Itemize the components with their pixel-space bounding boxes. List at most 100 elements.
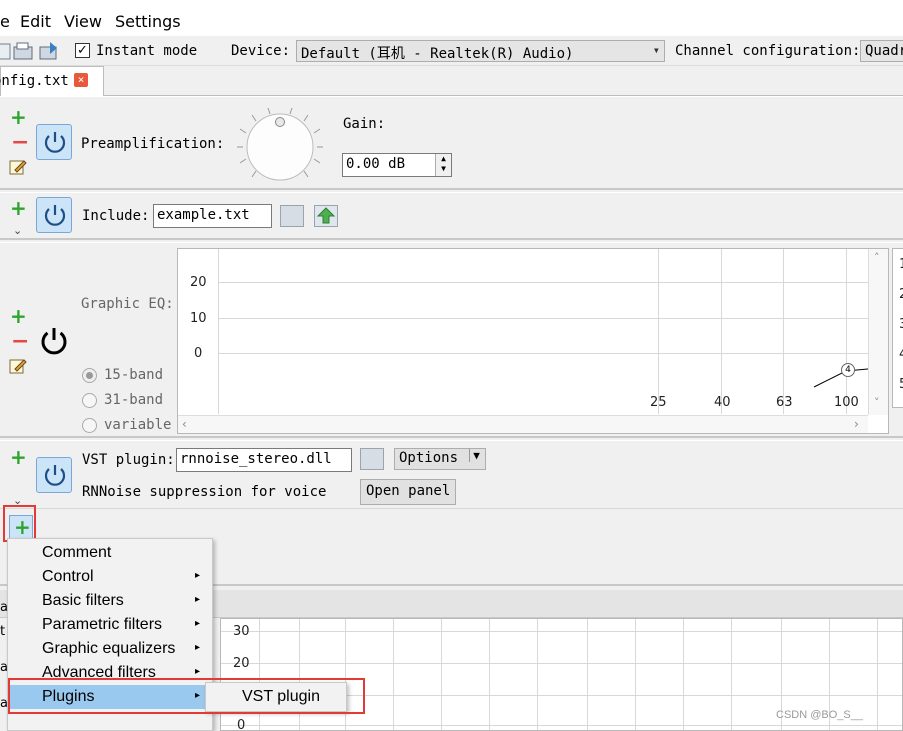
scroll-up-icon[interactable]: ˄ (874, 251, 880, 264)
grid-line (846, 249, 847, 414)
grid-line (783, 249, 784, 414)
menu-item-control[interactable]: Control ▸ (8, 565, 212, 589)
menu-item-graphic-equalizers[interactable]: Graphic equalizers ▸ (8, 637, 212, 661)
menu-item-parametric-filters[interactable]: Parametric filters ▸ (8, 613, 212, 637)
grid-line (731, 619, 732, 730)
options-dropdown-button[interactable]: Options ▼ (394, 448, 486, 470)
menu-edit[interactable]: Edit (20, 12, 51, 31)
radio-selected-icon (82, 368, 97, 383)
grid-line (221, 631, 902, 632)
remove-filter-minus-icon[interactable]: − (11, 132, 29, 154)
open-file-up-icon[interactable] (314, 205, 338, 227)
add-filter-plus-icon[interactable]: + (10, 306, 27, 326)
include-label: Include: (82, 208, 150, 224)
grid-line (221, 725, 902, 726)
tab-config-file[interactable]: onfig.txt × (0, 66, 104, 96)
menu-item-label: Parametric filters (42, 616, 163, 633)
device-select-value: Default (耳机 - Realtek(R) Audio) (301, 46, 574, 62)
instant-mode-label: Instant mode (96, 43, 198, 59)
preamp-panel: + − Preamplification: Gain: 0.00 dB ▲ ▼ (0, 96, 903, 190)
scroll-down-icon[interactable]: ˅ (874, 396, 880, 409)
table-cell: 4 (899, 347, 903, 362)
close-icon[interactable]: × (74, 73, 88, 87)
y-tick: 20 (233, 656, 250, 671)
menu-view[interactable]: View (64, 12, 102, 31)
scroll-right-icon[interactable]: › (854, 417, 859, 431)
gain-value: 0.00 dB (346, 156, 406, 172)
grid-line (658, 249, 659, 414)
vst-plugin-label: VST plugin: (82, 452, 175, 468)
tab-bar: onfig.txt × (0, 66, 903, 96)
grid-line (218, 353, 888, 354)
table-cell: 2 (899, 287, 903, 302)
radio-icon (82, 393, 97, 408)
horizontal-scrollbar[interactable]: ‹ › (178, 415, 868, 433)
graphic-eq-panel: + − Graphic EQ: 15-band 31-band variable… (0, 242, 903, 438)
x-tick: 100 (834, 395, 859, 410)
grid-line (441, 619, 442, 730)
table-cell: 1 (899, 257, 903, 272)
remove-filter-minus-icon[interactable]: − (11, 331, 29, 353)
menu-item-comment[interactable]: Comment (8, 541, 212, 565)
open-file-icon[interactable] (12, 40, 34, 62)
dropdown-arrow-icon: ▼ (469, 449, 483, 462)
preamp-knob[interactable] (236, 107, 324, 187)
y-tick: 0 (237, 718, 246, 731)
edit-note-icon[interactable] (9, 357, 27, 375)
band-table[interactable]: 1 2 3 4 5 (892, 248, 903, 408)
browse-folder-icon[interactable] (280, 205, 304, 227)
options-label: Options (399, 450, 459, 466)
power-toggle-button[interactable] (36, 457, 72, 493)
grid-line (299, 619, 300, 730)
vst-plugin-path-value: rnnoise_stereo.dll (180, 451, 332, 467)
menu-file[interactable]: e (0, 12, 10, 31)
grid-line (393, 619, 394, 730)
annotation-box-add (3, 505, 36, 542)
y-tick: 10 (190, 311, 207, 326)
vertical-scrollbar[interactable]: ˄ ˅ (868, 249, 888, 415)
open-panel-button[interactable]: Open panel (360, 479, 457, 505)
grid-line (877, 619, 878, 730)
power-toggle-button[interactable] (36, 124, 72, 160)
tab-label: onfig.txt (0, 73, 69, 89)
submenu-arrow-icon: ▸ (194, 642, 200, 653)
radio-icon (82, 418, 97, 433)
add-filter-plus-icon[interactable]: + (10, 107, 27, 127)
channel-config-value: Quadr (865, 43, 903, 59)
expand-chevron-icon[interactable]: ⌄ (13, 224, 22, 237)
menu-settings[interactable]: Settings (115, 12, 181, 31)
watermark-text: CSDN @BO_S__ (776, 709, 863, 721)
grid-line (218, 249, 219, 414)
spin-arrows-icon[interactable]: ▲ ▼ (435, 154, 451, 176)
browse-folder-icon[interactable] (360, 448, 384, 470)
save-file-icon[interactable] (38, 40, 60, 62)
power-toggle-button[interactable] (36, 197, 72, 233)
gain-spinbox[interactable]: 0.00 dB ▲ ▼ (342, 153, 452, 177)
power-icon[interactable] (38, 325, 70, 357)
grid-line (537, 619, 538, 730)
add-filter-plus-icon[interactable]: + (10, 198, 27, 218)
add-filter-plus-icon[interactable]: + (10, 447, 27, 467)
grid-line (345, 619, 346, 730)
scroll-left-icon[interactable]: ‹ (182, 417, 187, 431)
eq-graph[interactable]: 20 10 0 25 40 63 100 4 ‹ › ˄ ˅ (177, 248, 889, 434)
toolbar: ✓ Instant mode Device: Default (耳机 - Rea… (0, 36, 903, 66)
annotation-box-plugins (8, 678, 365, 714)
band-option-label: 31-band (104, 392, 164, 408)
table-cell: 3 (899, 317, 903, 332)
grid-line (587, 619, 588, 730)
instant-mode-checkbox[interactable]: ✓ (75, 43, 90, 58)
menu-item-label: Comment (42, 544, 112, 561)
channel-config-select[interactable]: Quadr (860, 40, 903, 62)
menu-item-basic-filters[interactable]: Basic filters ▸ (8, 589, 212, 613)
side-letter: t (0, 624, 6, 639)
vst-plugin-path-input[interactable]: rnnoise_stereo.dll (176, 448, 352, 472)
power-icon (44, 132, 66, 153)
include-file-input[interactable]: example.txt (153, 204, 272, 228)
device-select[interactable]: Default (耳机 - Realtek(R) Audio) ▾ (296, 40, 665, 62)
gain-label: Gain: (343, 116, 386, 132)
edit-note-icon[interactable] (9, 158, 27, 176)
submenu-arrow-icon: ▸ (194, 594, 200, 605)
include-panel: + ⌄ Include: example.txt (0, 192, 903, 240)
eq-band-marker[interactable]: 4 (841, 363, 855, 377)
